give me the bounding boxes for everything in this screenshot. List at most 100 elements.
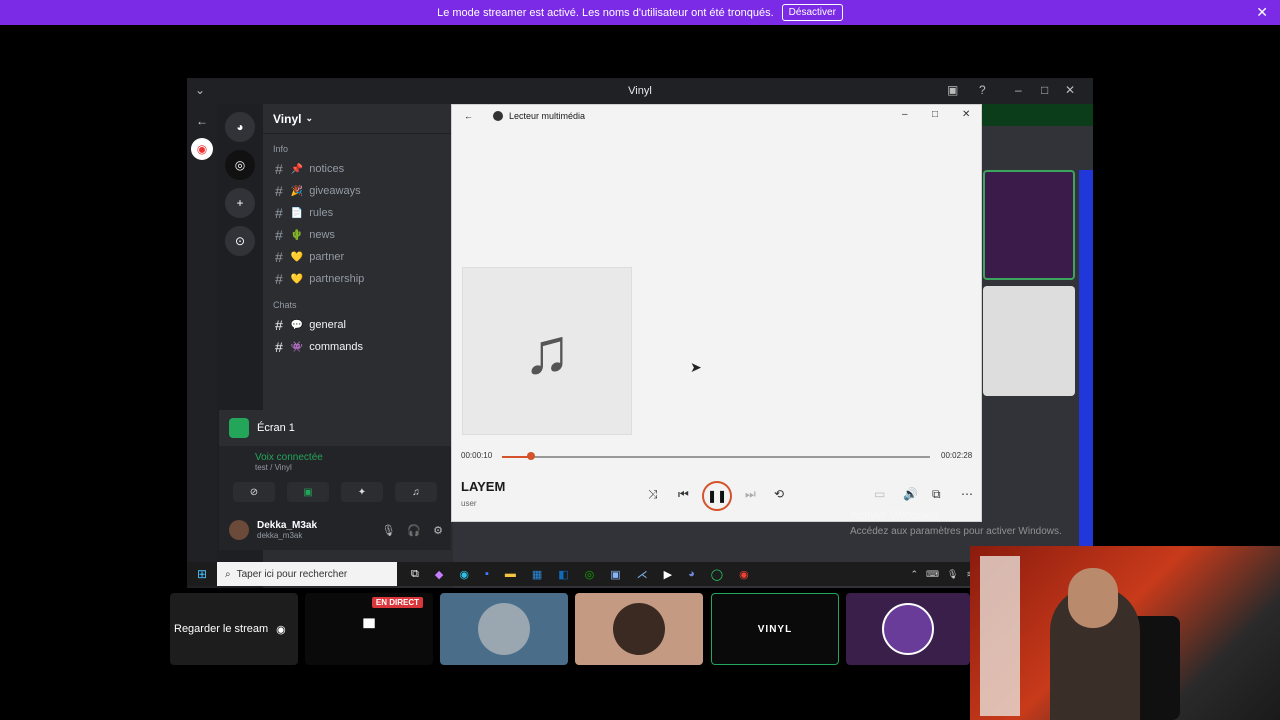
mouse-cursor-icon: ➤ [690, 359, 702, 375]
volume-icon[interactable]: 🔊 [903, 487, 918, 501]
screen-icon[interactable]: ▣ [947, 83, 958, 97]
soundboard-icon[interactable]: ♫ [395, 482, 437, 502]
channel-rules[interactable]: # 📄 rules [263, 202, 453, 224]
media-player-logo-icon [493, 111, 503, 121]
camera-off-icon[interactable]: ⊘ [233, 482, 275, 502]
voice-controls: ⊘ ▣ ✦ ♫ [219, 478, 451, 506]
store-icon[interactable]: ▦ [532, 568, 542, 581]
deactivate-button[interactable]: Désactiver [781, 4, 843, 21]
avatar [478, 603, 530, 655]
microphone-icon[interactable]: 🎙 [381, 524, 395, 537]
channel-giveaways[interactable]: # 🎉 giveaways [263, 180, 453, 202]
participant-tile[interactable] [440, 593, 568, 665]
network-icon[interactable]: ⌨ [926, 569, 939, 580]
app-icon[interactable]: ⋌ [637, 568, 648, 581]
channel-news[interactable]: # 🌵 news [263, 224, 453, 246]
taskbar-search-input[interactable]: ⌕ Taper ici pour rechercher [217, 562, 397, 586]
edge-icon[interactable]: ◉ [459, 568, 469, 581]
watch-stream-tile[interactable]: Regarder le stream ◉ [170, 593, 298, 665]
player-title: Lecteur multimédia [509, 111, 586, 121]
minimize-icon[interactable]: – [1015, 83, 1022, 97]
vinyl-logo-text: VINYL [757, 623, 793, 635]
banner-text: Le mode streamer est activé. Les noms d'… [437, 6, 774, 19]
activities-icon[interactable]: ✦ [341, 482, 383, 502]
channel-commands[interactable]: # 👾 commands [263, 336, 453, 358]
category-info[interactable]: Info [263, 134, 453, 158]
maximize-icon[interactable]: □ [1041, 83, 1048, 97]
channel-notices[interactable]: # 📌 notices [263, 158, 453, 180]
app-icon[interactable]: ▪ [485, 568, 489, 581]
maximize-icon[interactable]: □ [932, 109, 938, 120]
user-panel: Dekka_M3ak dekka_m3ak 🎙 🎧 ⚙ [219, 510, 451, 550]
close-icon[interactable]: ✕ [1256, 4, 1268, 21]
category-chats[interactable]: Chats [263, 290, 453, 314]
whatsapp-icon[interactable]: ◯ [711, 568, 723, 581]
discord-logo-icon[interactable]: ◕ [225, 112, 255, 142]
screen-share-button[interactable]: ▣ [287, 482, 329, 502]
upwork-icon[interactable]: ◎ [585, 568, 595, 581]
subtitles-icon[interactable]: ▭ [874, 487, 885, 501]
voice-connection-row: Voix connectée test / Vinyl [219, 446, 451, 478]
repeat-off-icon[interactable]: ⟲ [774, 487, 784, 501]
more-options-icon[interactable]: ⋯ [961, 487, 973, 501]
participant-tile[interactable]: VINYL [711, 593, 839, 665]
shared-window-titlebar: ⌄ Vinyl ▣ ? – □ ✕ [187, 78, 1093, 104]
hash-icon: # [275, 249, 283, 265]
guild-header[interactable]: Vinyl ⌄ [263, 104, 453, 134]
microphone-icon[interactable]: 🎙 [947, 569, 958, 580]
app-icon[interactable]: ▣ [610, 568, 620, 581]
channel-general[interactable]: # 💬 general [263, 314, 453, 336]
avatar[interactable] [229, 520, 249, 540]
progress-slider[interactable] [502, 452, 930, 460]
pause-button[interactable]: ❚❚ [702, 481, 732, 511]
back-arrow-icon[interactable]: ← [191, 110, 213, 132]
help-icon[interactable]: ? [979, 83, 986, 97]
shuffle-icon[interactable]: ⤨ [648, 487, 658, 502]
headphones-icon[interactable]: 🎧 [407, 524, 421, 537]
copilot-icon[interactable]: ◆ [435, 568, 443, 581]
elapsed-time: 00:00:10 [461, 451, 493, 460]
server-vinyl-icon[interactable]: ◎ [225, 150, 255, 180]
channel-name: general [309, 319, 346, 331]
participant-tile[interactable] [983, 286, 1075, 396]
previous-icon[interactable]: ⏮ [678, 487, 689, 502]
channel-name: commands [309, 341, 364, 353]
discord-icon[interactable]: ◕ [688, 568, 695, 581]
live-stream-tile[interactable]: EN DIRECT ▀ [305, 593, 433, 665]
channel-partner[interactable]: # 💛 partner [263, 246, 453, 268]
channel-name: partnership [309, 273, 365, 285]
back-arrow-icon[interactable]: ← [464, 111, 473, 121]
windows-start-icon[interactable]: ⊞ [187, 567, 217, 581]
chrome-icon[interactable]: ◉ [739, 568, 749, 581]
minimize-icon[interactable]: – [902, 109, 908, 120]
screen-share-row[interactable]: Écran 1 [219, 410, 451, 446]
task-view-icon[interactable]: ⧉ [411, 568, 419, 581]
total-time: 00:02:28 [941, 451, 973, 460]
file-explorer-icon[interactable]: ▬ [505, 568, 516, 581]
channel-name: news [309, 229, 335, 241]
chevron-down-icon[interactable]: ⌄ [195, 83, 205, 97]
chrome-icon[interactable]: ◉ [191, 138, 213, 160]
channel-name: rules [309, 207, 334, 219]
close-icon[interactable]: ✕ [1065, 83, 1075, 97]
settings-icon[interactable]: ⚙ [433, 524, 443, 537]
channel-name: partner [309, 251, 345, 263]
media-player-window: ← Lecteur multimédia – □ ✕ ♫ ➤ 00:00:10 … [451, 104, 982, 522]
discover-icon[interactable]: ⊙ [225, 226, 255, 256]
close-icon[interactable]: ✕ [962, 109, 970, 120]
chrome-sidebar: ← ◉ [187, 104, 217, 588]
participant-tile[interactable] [575, 593, 703, 665]
outlook-icon[interactable]: ◧ [558, 568, 568, 581]
channel-emoji: 💛 [290, 273, 304, 285]
mini-player-icon[interactable]: ⧉ [932, 487, 941, 502]
streamer-head [1068, 568, 1118, 628]
channel-partnership[interactable]: # 💛 partnership [263, 268, 453, 290]
chevron-up-icon[interactable]: ⌃ [910, 569, 918, 580]
progress-thumb[interactable] [527, 452, 536, 460]
next-icon[interactable]: ⏭ [745, 487, 756, 502]
voice-channel[interactable]: test / Vinyl [255, 463, 451, 472]
participant-tile[interactable] [983, 170, 1075, 280]
media-player-icon[interactable]: ▶ [664, 568, 672, 581]
add-server-icon[interactable]: + [225, 188, 255, 218]
participant-tile[interactable] [846, 593, 970, 665]
